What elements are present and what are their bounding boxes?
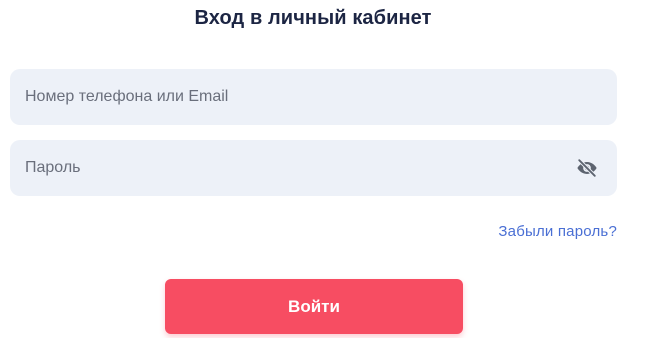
login-button[interactable]: Войти	[165, 279, 463, 334]
login-field[interactable]	[10, 69, 617, 125]
login-page: Вход в личный кабинет Забыли пароль? Вой…	[0, 0, 650, 338]
phone-or-email-input[interactable]	[10, 69, 617, 125]
eye-off-icon[interactable]	[575, 156, 599, 180]
password-field[interactable]	[10, 140, 617, 196]
page-title: Вход в личный кабинет	[194, 7, 432, 29]
password-input[interactable]	[10, 140, 617, 196]
forgot-password-link[interactable]: Забыли пароль?	[498, 222, 617, 242]
